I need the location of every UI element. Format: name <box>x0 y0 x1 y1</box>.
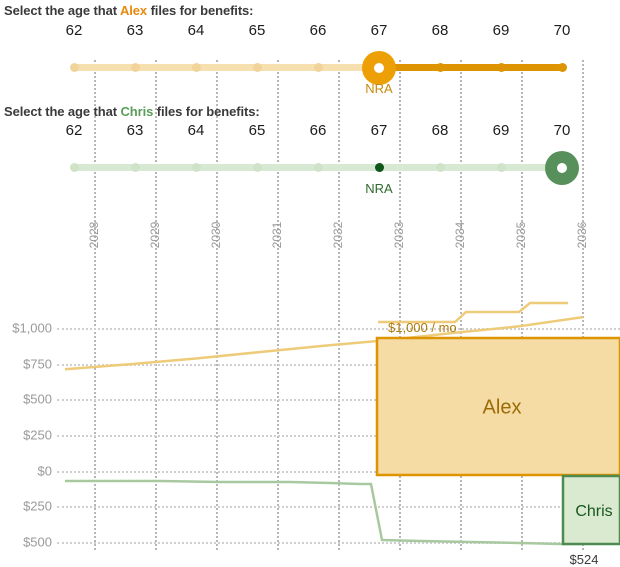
chris-rate-label: $524 <box>569 552 599 567</box>
chris-area-label: Chris <box>575 503 613 520</box>
chris-benefit-line <box>65 479 583 546</box>
alex-rate-label: $1,000 / mo <box>388 320 457 335</box>
alex-area-label: Alex <box>482 396 522 419</box>
chart-plot-area <box>64 301 620 546</box>
benefits-planner-canvas: Select the age that Alex files for benef… <box>0 0 620 567</box>
